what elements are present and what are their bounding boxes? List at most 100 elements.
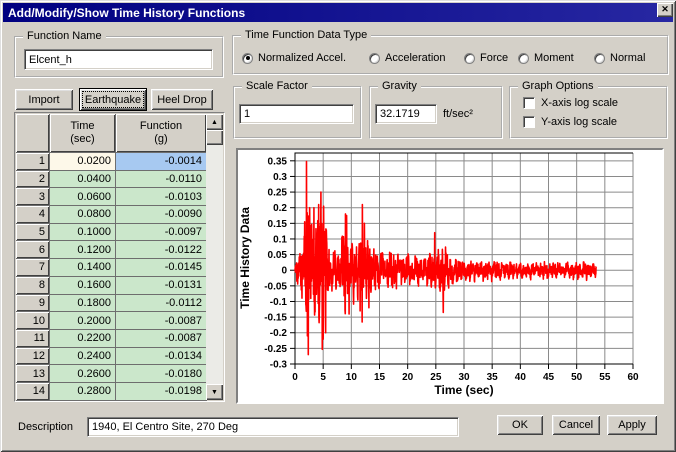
scale-factor-label: Scale Factor: [242, 80, 312, 92]
ok-button[interactable]: OK: [497, 415, 543, 435]
earthquake-button[interactable]: Earthquake: [79, 88, 147, 111]
gravity-unit: ft/sec²: [443, 108, 473, 120]
cell-function[interactable]: -0.0180: [116, 365, 207, 383]
radio-label: Force: [480, 52, 509, 64]
row-header[interactable]: 9: [16, 294, 50, 313]
cancel-button[interactable]: Cancel: [552, 415, 600, 435]
cell-time[interactable]: 0.0600: [50, 188, 116, 207]
function-name-input[interactable]: [24, 49, 213, 70]
scale-factor-input[interactable]: [239, 104, 354, 124]
radio-button-icon[interactable]: [594, 52, 605, 64]
row-header[interactable]: 6: [16, 241, 50, 260]
cell-function[interactable]: -0.0131: [116, 276, 207, 295]
description-input[interactable]: [87, 417, 459, 437]
svg-text:45: 45: [543, 372, 555, 383]
svg-text:60: 60: [627, 372, 639, 383]
cell-time[interactable]: 0.2400: [50, 347, 116, 366]
close-icon[interactable]: ✕: [657, 2, 673, 17]
cell-function[interactable]: -0.0087: [116, 329, 207, 348]
svg-text:35: 35: [487, 372, 499, 383]
radio-moment[interactable]: Moment: [518, 52, 574, 64]
y-log-checkbox[interactable]: [523, 116, 535, 128]
row-header[interactable]: 2: [16, 170, 50, 189]
svg-text:Time (sec): Time (sec): [434, 383, 493, 397]
cell-time[interactable]: 0.2200: [50, 329, 116, 348]
cell-function[interactable]: -0.0097: [116, 223, 207, 242]
cell-time[interactable]: 0.1400: [50, 259, 116, 277]
cell-function[interactable]: -0.0145: [116, 259, 207, 277]
time-history-chart: 0.35 0.3 0.25 0.2 0.15 0.1 0.05 0 -0.05 -0.1 -0.15…: [236, 148, 664, 404]
scrollbar-thumb[interactable]: [206, 130, 223, 145]
dialog-window: Add/Modify/Show Time History Functions ✕…: [0, 0, 676, 452]
row-header[interactable]: 10: [16, 312, 50, 330]
gravity-label: Gravity: [378, 80, 421, 92]
row-header[interactable]: 5: [16, 223, 50, 242]
row-header[interactable]: 3: [16, 188, 50, 207]
apply-button[interactable]: Apply: [607, 415, 657, 435]
cell-time[interactable]: 0.1000: [50, 223, 116, 242]
radio-label: Normal: [610, 52, 646, 64]
radio-button-icon[interactable]: [518, 52, 529, 64]
row-header[interactable]: 1: [16, 153, 50, 171]
heel-drop-button[interactable]: Heel Drop: [151, 89, 213, 110]
svg-text:-0.15: -0.15: [264, 313, 287, 324]
cell-function[interactable]: -0.0014: [116, 153, 207, 171]
row-header[interactable]: 4: [16, 206, 50, 224]
radio-force[interactable]: Force: [464, 52, 508, 64]
svg-text:0.35: 0.35: [268, 156, 288, 167]
svg-text:15: 15: [374, 372, 386, 383]
svg-text:-0.1: -0.1: [270, 297, 288, 308]
cell-time[interactable]: 0.1800: [50, 294, 116, 313]
row-header[interactable]: 7: [16, 259, 50, 277]
focus-rectangle: [82, 91, 144, 108]
radio-normal[interactable]: Normal: [594, 52, 645, 64]
corner-header-cell: [16, 114, 50, 153]
radio-button-icon[interactable]: [464, 52, 475, 64]
svg-text:50: 50: [571, 372, 583, 383]
radio-normalized-accel[interactable]: Normalized Accel.: [242, 52, 346, 64]
cell-time[interactable]: 0.1200: [50, 241, 116, 260]
cell-function[interactable]: -0.0103: [116, 188, 207, 207]
column-header: Time (sec): [50, 114, 116, 153]
cell-time[interactable]: 0.2800: [50, 382, 116, 401]
row-header[interactable]: 8: [16, 276, 50, 295]
cell-time[interactable]: 0.2000: [50, 312, 116, 330]
radio-button-icon[interactable]: [242, 52, 253, 64]
svg-text:55: 55: [599, 372, 611, 383]
cell-function[interactable]: -0.0110: [116, 170, 207, 189]
row-header[interactable]: 11: [16, 329, 50, 348]
x-log-checkbox[interactable]: [523, 97, 535, 109]
scroll-down-icon[interactable]: ▼: [206, 384, 223, 400]
radio-acceleration[interactable]: Acceleration: [369, 52, 446, 64]
cell-function[interactable]: -0.0090: [116, 206, 207, 224]
cell-function[interactable]: -0.0134: [116, 347, 207, 366]
scrollbar-track[interactable]: [206, 145, 223, 384]
scroll-up-icon[interactable]: ▲: [206, 114, 223, 130]
cell-time[interactable]: 0.2600: [50, 365, 116, 383]
svg-text:5: 5: [320, 372, 326, 383]
gravity-input[interactable]: [375, 104, 437, 124]
cell-time[interactable]: 0.0400: [50, 170, 116, 189]
y-log-option[interactable]: Y-axis log scale: [523, 116, 617, 128]
row-header[interactable]: 14: [16, 382, 50, 401]
data-type-group: Time Function Data Type Normalized Accel…: [232, 29, 669, 75]
cell-time[interactable]: 0.0800: [50, 206, 116, 224]
cell-function[interactable]: -0.0198: [116, 382, 207, 401]
svg-text:20: 20: [402, 372, 414, 383]
svg-text:Time History Data: Time History Data: [238, 207, 252, 309]
cell-function[interactable]: -0.0087: [116, 312, 207, 330]
cell-time[interactable]: 0.0200: [50, 153, 116, 171]
cell-function[interactable]: -0.0122: [116, 241, 207, 260]
import-button[interactable]: Import: [15, 89, 73, 110]
chart-plot: 0.35 0.3 0.25 0.2 0.15 0.1 0.05 0 -0.05 -0.1 -0.15…: [238, 152, 639, 397]
table-scrollbar[interactable]: ▲ ▼: [206, 114, 223, 400]
cell-time[interactable]: 0.1600: [50, 276, 116, 295]
description-label: Description: [18, 421, 74, 433]
radio-button-icon[interactable]: [369, 52, 380, 64]
cell-function[interactable]: -0.0112: [116, 294, 207, 313]
title-bar[interactable]: Add/Modify/Show Time History Functions: [3, 3, 673, 22]
x-log-option[interactable]: X-axis log scale: [523, 97, 618, 109]
svg-text:0.05: 0.05: [268, 250, 288, 261]
row-header[interactable]: 12: [16, 347, 50, 366]
row-header[interactable]: 13: [16, 365, 50, 383]
